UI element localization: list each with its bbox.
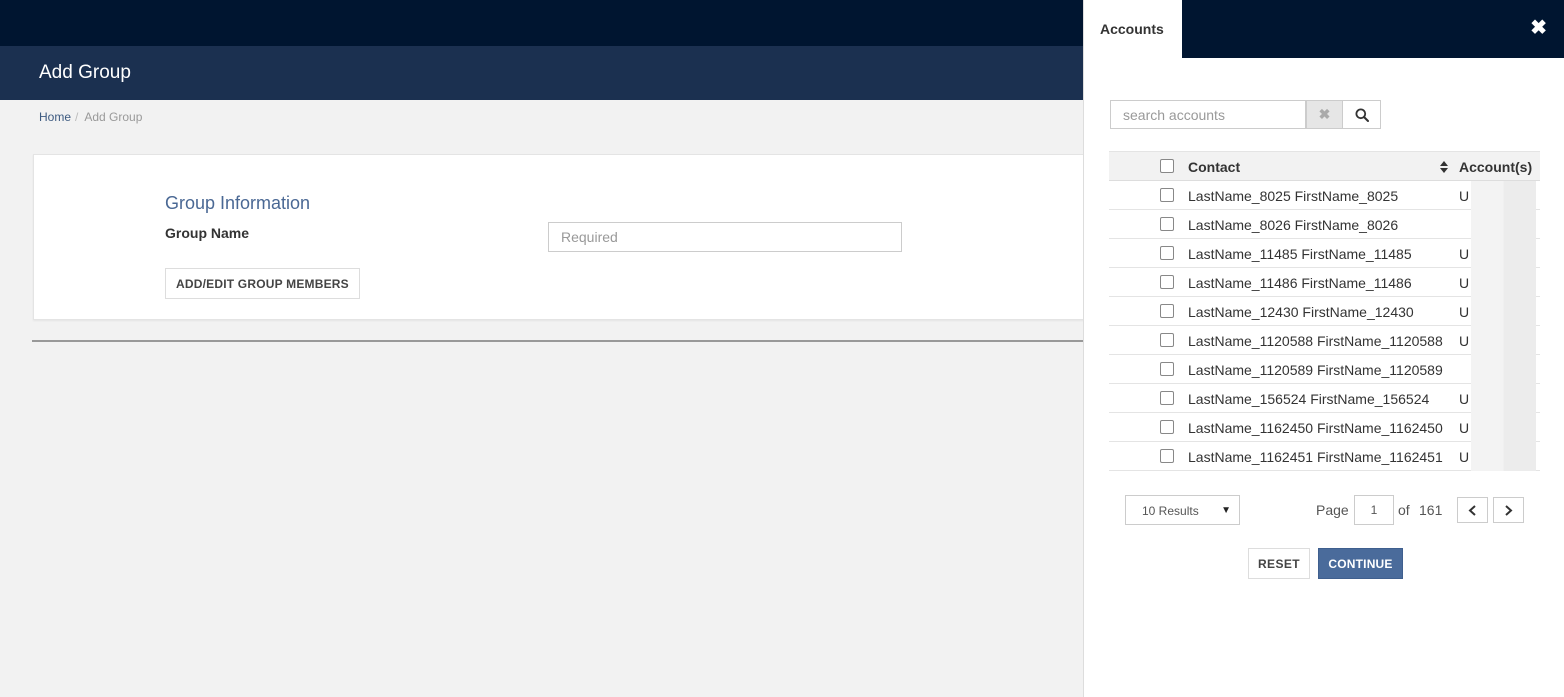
account-value: U [1459,391,1470,407]
group-name-input[interactable] [548,222,902,252]
account-value: U [1459,275,1470,291]
previous-page-button[interactable] [1457,497,1488,523]
contact-name: LastName_8026 FirstName_8026 [1188,217,1399,233]
close-icon[interactable]: ✖ [1530,18,1547,38]
sort-icon[interactable] [1440,161,1448,173]
contact-name: LastName_11485 FirstName_11485 [1188,246,1412,262]
reset-button[interactable]: RESET [1248,548,1310,579]
table-row[interactable]: LastName_8025 FirstName_8025 U [1109,181,1540,210]
search-accounts-input[interactable] [1110,100,1306,129]
group-info-card: Group Information Group Name ADD/EDIT GR… [33,154,1103,320]
group-name-label: Group Name [165,225,250,241]
table-row[interactable]: LastName_1120588 FirstName_1120588 U [1109,326,1540,355]
redacted-account [1471,355,1536,384]
contact-name: LastName_11486 FirstName_11486 [1188,275,1412,291]
row-checkbox[interactable] [1160,333,1174,347]
tab-accounts[interactable]: Accounts [1084,0,1182,58]
contact-name: LastName_1162451 FirstName_1162451 [1188,449,1443,465]
pagination: 10 Results ▼ Page of 161 [1125,495,1525,525]
redacted-account [1471,268,1536,297]
table-header: Contact Account(s) [1109,151,1540,181]
table-row[interactable]: LastName_156524 FirstName_156524 U [1109,384,1540,413]
clear-search-icon[interactable]: ✖ [1306,100,1343,129]
table-row[interactable]: LastName_1162451 FirstName_1162451 U [1109,442,1540,471]
redacted-account [1471,326,1536,355]
table-row[interactable]: LastName_8026 FirstName_8026 [1109,210,1540,239]
row-checkbox[interactable] [1160,362,1174,376]
results-per-page-value: 10 Results [1142,504,1199,518]
row-checkbox[interactable] [1160,188,1174,202]
account-value: U [1459,188,1470,204]
caret-down-icon: ▼ [1221,505,1231,516]
page-label: Page [1316,502,1349,518]
account-value: U [1459,449,1470,465]
account-value: U [1459,420,1470,436]
column-header-contact[interactable]: Contact [1188,159,1240,175]
redacted-account [1471,384,1536,413]
table-row[interactable]: LastName_1120589 FirstName_1120589 [1109,355,1540,384]
breadcrumb-current: Add Group [84,110,143,124]
row-checkbox[interactable] [1160,391,1174,405]
row-checkbox[interactable] [1160,217,1174,231]
page-number-input[interactable] [1354,495,1394,525]
continue-button[interactable]: CONTINUE [1318,548,1403,579]
redacted-account [1471,413,1536,442]
column-header-accounts: Account(s) [1459,159,1533,175]
contact-name: LastName_1120589 FirstName_1120589 [1188,362,1443,378]
table-row[interactable]: LastName_11485 FirstName_11485 U [1109,239,1540,268]
redacted-account [1471,239,1536,268]
contact-name: LastName_12430 FirstName_12430 [1188,304,1414,320]
results-per-page-select[interactable]: 10 Results ▼ [1125,495,1240,525]
redacted-account [1471,181,1536,210]
table-body: LastName_8025 FirstName_8025 U LastName_80… [1109,181,1540,471]
select-all-checkbox[interactable] [1160,159,1174,173]
of-label: of [1398,502,1410,518]
breadcrumb-home-link[interactable]: Home [39,110,71,124]
chevron-left-icon [1468,505,1476,516]
total-pages: 161 [1419,502,1443,518]
redacted-account [1471,442,1536,471]
contact-name: LastName_1120588 FirstName_1120588 [1188,333,1443,349]
divider [32,340,1092,342]
account-value: U [1459,304,1470,320]
add-edit-group-members-button[interactable]: ADD/EDIT GROUP MEMBERS [165,268,360,299]
contact-name: LastName_156524 FirstName_156524 [1188,391,1430,407]
chevron-right-icon [1505,505,1513,516]
panel-header: Accounts ✖ [1084,0,1564,58]
row-checkbox[interactable] [1160,420,1174,434]
table-row[interactable]: LastName_11486 FirstName_11486 U [1109,268,1540,297]
accounts-table: Contact Account(s) LastName_8025 FirstNa… [1109,151,1540,471]
account-value: U [1459,333,1470,349]
row-checkbox[interactable] [1160,246,1174,260]
table-row[interactable]: LastName_12430 FirstName_12430 U [1109,297,1540,326]
table-row[interactable]: LastName_1162450 FirstName_1162450 U [1109,413,1540,442]
row-checkbox[interactable] [1160,275,1174,289]
breadcrumb: Home / Add Group [39,110,142,124]
section-title: Group Information [165,193,311,213]
redacted-account [1471,210,1536,239]
row-checkbox[interactable] [1160,449,1174,463]
contact-name: LastName_1162450 FirstName_1162450 [1188,420,1443,436]
redacted-account [1471,297,1536,326]
account-value: U [1459,246,1470,262]
search-button[interactable] [1342,100,1381,129]
next-page-button[interactable] [1493,497,1524,523]
search-icon [1355,108,1369,122]
accounts-panel: Accounts ✖ ✖ Contact Account(s) LastName… [1083,0,1564,697]
page-title: Add Group [39,62,131,83]
breadcrumb-separator: / [75,110,79,124]
contact-name: LastName_8025 FirstName_8025 [1188,188,1399,204]
row-checkbox[interactable] [1160,304,1174,318]
